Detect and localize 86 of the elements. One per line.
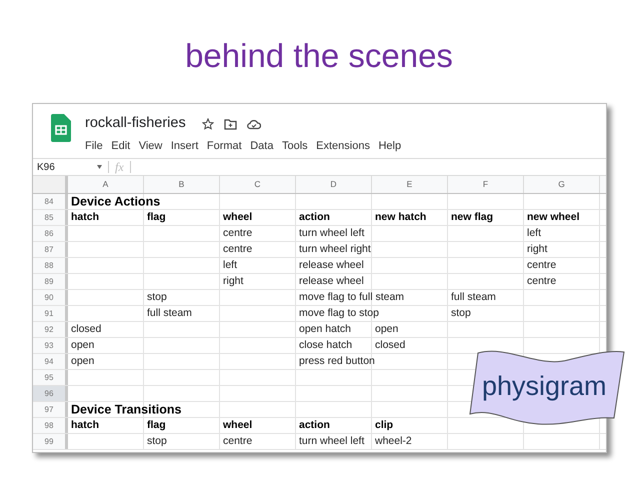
menu-item[interactable]: File [85, 138, 103, 154]
row-number[interactable]: 89 [33, 274, 68, 289]
row-number[interactable]: 95 [33, 370, 68, 385]
cell-text: closed [375, 338, 406, 353]
cell-text: stop [147, 290, 167, 305]
cell-text: wheel-2 [375, 434, 412, 449]
cell-text: action [299, 210, 330, 225]
slide-title: behind the scenes [185, 36, 453, 76]
cell-text: move flag to stop [299, 306, 379, 321]
cell-text: left [223, 258, 238, 273]
column-header[interactable]: F [448, 176, 524, 193]
cell-text: release wheel [299, 274, 364, 289]
cell-text: turn wheel right [299, 242, 371, 257]
star-icon[interactable] [202, 118, 214, 130]
cell-text: hatch [71, 210, 100, 225]
cell-text: action [299, 418, 330, 433]
row-number[interactable]: 91 [33, 306, 68, 321]
cell-text: centre [223, 226, 252, 241]
cell-text: turn wheel left [299, 226, 364, 241]
cell-text: flag [147, 210, 166, 225]
cell-text: left [527, 226, 542, 241]
formula-icon: fx [109, 158, 130, 176]
column-header[interactable]: G [524, 176, 600, 193]
row-number[interactable]: 90 [33, 290, 68, 305]
menu-item[interactable]: View [138, 138, 162, 154]
row-number[interactable]: 99 [33, 434, 68, 449]
cell-text: close hatch [299, 338, 352, 353]
menu-item[interactable]: Data [250, 138, 274, 154]
cell-text: open [71, 354, 94, 369]
row-number[interactable]: 93 [33, 338, 68, 353]
name-box[interactable]: K96 [33, 160, 97, 174]
cell-text: turn wheel left [299, 434, 364, 449]
row-number[interactable]: 97 [33, 402, 68, 417]
cell-text: hatch [71, 418, 100, 433]
cell-text: flag [147, 418, 166, 433]
cell-text: open [375, 322, 398, 337]
cell-text: Device Transitions [71, 401, 182, 418]
cell-text: press red button [299, 354, 375, 369]
cell-text: move flag to full steam [299, 290, 404, 305]
row-number[interactable]: 98 [33, 418, 68, 433]
sheets-logo-icon[interactable] [51, 114, 71, 142]
cell-text: open [71, 338, 94, 353]
row-number[interactable]: 88 [33, 258, 68, 273]
cell-text: stop [451, 306, 471, 321]
cell-text: open hatch [299, 322, 351, 337]
cell-text: right [527, 242, 548, 257]
cell-text: full steam [451, 290, 496, 305]
document-title[interactable]: rockall-fisheries [85, 113, 186, 135]
column-header[interactable]: D [296, 176, 372, 193]
menu-item[interactable]: Help [378, 138, 402, 154]
cell-text: full steam [147, 306, 192, 321]
cell-text: wheel [223, 418, 252, 433]
row-number[interactable]: 92 [33, 322, 68, 337]
cloud-icon[interactable] [246, 118, 261, 130]
callout-text: physigram [482, 370, 607, 402]
row-number[interactable]: 85 [33, 210, 68, 225]
menu-item[interactable]: Tools [282, 138, 308, 154]
column-header[interactable]: E [372, 176, 448, 193]
menu-item[interactable]: Edit [111, 138, 130, 154]
menu-item[interactable]: Extensions [316, 138, 370, 154]
row-number[interactable]: 84 [33, 194, 68, 209]
column-header[interactable]: A [68, 176, 144, 193]
menu-item[interactable]: Format [206, 138, 242, 154]
cell-text: stop [147, 434, 167, 449]
row-number[interactable]: 87 [33, 242, 68, 257]
cell-text: release wheel [299, 258, 364, 273]
cell-text: closed [71, 322, 102, 337]
row-number[interactable]: 96 [33, 386, 68, 401]
cell-text: centre [223, 434, 252, 449]
cell-text: new flag [451, 210, 494, 225]
menu-item[interactable]: Insert [170, 138, 198, 154]
cell-text: centre [527, 258, 556, 273]
folder-icon[interactable] [224, 118, 237, 130]
row-number[interactable]: 94 [33, 354, 68, 369]
column-header[interactable]: C [220, 176, 296, 193]
cell-text: right [223, 274, 244, 289]
cell-text: centre [223, 242, 252, 257]
cell-text: new wheel [527, 210, 580, 225]
cell-text: Device Actions [71, 193, 160, 210]
dropdown-caret-icon[interactable] [97, 165, 102, 169]
row-number[interactable]: 86 [33, 226, 68, 241]
cell-text: centre [527, 274, 556, 289]
cell-text: wheel [223, 210, 252, 225]
cell-text: new hatch [375, 210, 426, 225]
cell-text: clip [375, 418, 394, 433]
column-header[interactable]: B [144, 176, 220, 193]
